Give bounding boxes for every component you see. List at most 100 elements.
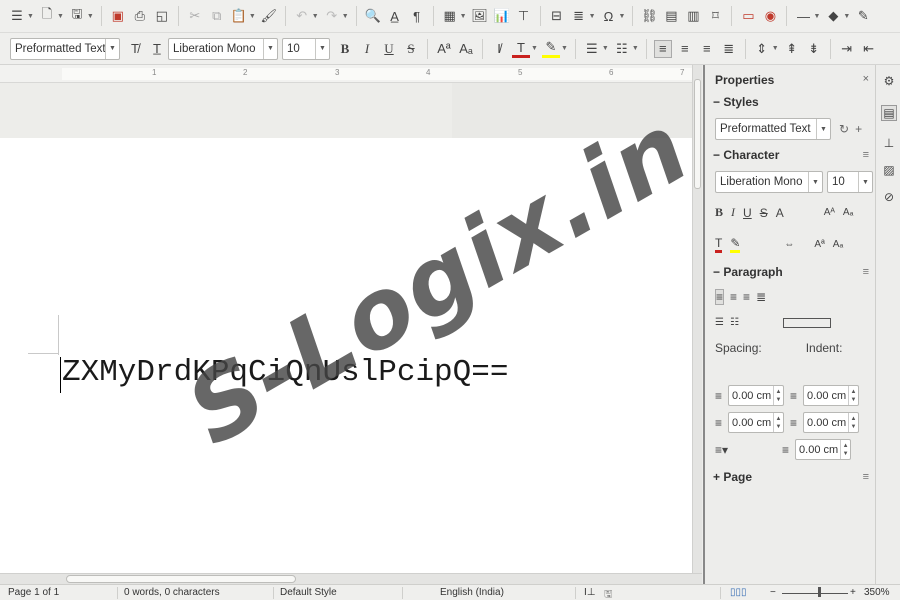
sidebar-character-spacing-icon[interactable]: ⇔ (784, 239, 794, 250)
clone-formatting-icon[interactable]: 🖌 (260, 7, 278, 25)
increase-paragraph-spacing-icon[interactable]: ⇞ (783, 40, 801, 58)
chevron-down-icon[interactable]: ▼ (263, 38, 277, 59)
document-modified-icon[interactable]: 🖫 (604, 587, 613, 600)
dropdown-arrow-icon[interactable]: ▼ (813, 13, 820, 20)
strikethrough-button[interactable]: S (402, 40, 420, 58)
dropdown-arrow-icon[interactable]: ▼ (249, 13, 256, 20)
spin-arrows-icon[interactable]: ▲ ▼ (840, 440, 850, 459)
line-spacing-icon[interactable]: ≡▾ (715, 443, 728, 457)
sidebar-font-color-icon[interactable]: T (715, 236, 723, 253)
sidebar-bold-icon[interactable]: B (715, 205, 723, 220)
zoom-slider-thumb[interactable] (818, 587, 821, 597)
dropdown-arrow-icon[interactable]: ▼ (531, 45, 538, 52)
comment-icon[interactable]: ▭ (739, 7, 757, 25)
chevron-down-icon[interactable]: ▼ (105, 38, 119, 59)
dropdown-arrow-icon[interactable]: ▼ (589, 13, 596, 20)
footnote-icon[interactable]: ▤ (662, 7, 680, 25)
font-size-select[interactable]: 10 ▼ (282, 37, 330, 60)
styles-section-header[interactable]: − Styles (713, 95, 759, 109)
new-style-icon[interactable]: T̲ (148, 40, 166, 58)
sidebar-numbering-icon[interactable]: ☷ (730, 317, 739, 328)
sidebar-justify-icon[interactable]: ≣ (756, 290, 766, 304)
superscript-icon[interactable]: Aª (435, 40, 453, 58)
basic-shapes-icon[interactable]: ◆ (824, 7, 842, 25)
undo-icon[interactable]: ↶ (293, 7, 311, 25)
scrollbar-thumb[interactable] (694, 79, 701, 189)
insert-field-icon[interactable]: ≣ (570, 7, 588, 25)
chevron-down-icon[interactable]: ▼ (315, 38, 329, 59)
chevron-down-icon[interactable]: ▼ (816, 119, 830, 139)
new-document-icon[interactable]: 🗋 (38, 6, 56, 25)
paragraph-style-select[interactable]: Preformatted Text ▼ (10, 37, 120, 60)
underline-button[interactable]: U (380, 40, 398, 58)
redo-icon[interactable]: ↷ (323, 7, 341, 25)
document-text[interactable]: ZXMyDrdKPqCiQnUslPcipQ== (62, 355, 508, 390)
spacing-below-input[interactable]: 0.00 cm ▲ ▼ (728, 412, 785, 433)
dropdown-arrow-icon[interactable]: ▼ (57, 13, 64, 20)
dropdown-arrow-icon[interactable]: ▼ (87, 13, 94, 20)
bookmark-icon[interactable]: ⌑ (706, 7, 724, 25)
sidebar-align-center-icon[interactable]: ≡ (730, 290, 737, 304)
indent-after-input[interactable]: 0.00 cm ▲ ▼ (803, 412, 860, 433)
spin-arrows-icon[interactable]: ▲ ▼ (773, 413, 783, 432)
page-section-header[interactable]: + Page (713, 470, 752, 484)
save-icon[interactable]: 🖫 (68, 6, 86, 25)
endnote-icon[interactable]: ▥ (684, 7, 702, 25)
indent-first-input[interactable]: 0.00 cm ▲ ▼ (795, 439, 852, 460)
sidebar-toggle-icon[interactable]: ☰ (8, 7, 26, 25)
align-right-icon[interactable]: ≡ (698, 40, 716, 58)
update-style-icon[interactable]: T̸ (126, 40, 144, 58)
word-count[interactable]: 0 words, 0 characters (124, 587, 220, 598)
sidebar-subscript-icon[interactable]: Aₐ (833, 239, 843, 250)
zoom-in-icon[interactable]: + (850, 587, 856, 598)
update-style-icon[interactable]: ↻ (839, 122, 849, 136)
font-name-select[interactable]: Liberation Mono ▼ (168, 37, 278, 60)
sidebar-background-color-swatch[interactable] (782, 317, 831, 328)
draw-functions-icon[interactable]: ✎ (854, 7, 872, 25)
sidebar-grow-font-icon[interactable]: Aᴬ (824, 207, 835, 218)
page-count[interactable]: Page 1 of 1 (8, 587, 59, 598)
insert-mode-icon[interactable]: I⊥ (584, 587, 596, 598)
italic-button[interactable]: I (358, 40, 376, 58)
decrease-paragraph-spacing-icon[interactable]: ⇟ (805, 40, 823, 58)
character-section-header[interactable]: − Character (713, 148, 779, 162)
dropdown-arrow-icon[interactable]: ▼ (632, 45, 639, 52)
document-area[interactable]: 1 2 3 4 5 6 7 ZXMyDrdKPqCiQnUslPcipQ== S… (0, 65, 692, 573)
export-pdf-icon[interactable]: ▣ (109, 7, 127, 25)
sidebar-highlight-icon[interactable]: ✎ (730, 236, 741, 253)
indent-before-input[interactable]: 0.00 cm ▲ ▼ (803, 385, 860, 406)
page-break-icon[interactable]: ⊟ (548, 7, 566, 25)
spin-arrows-icon[interactable]: ▲ ▼ (848, 413, 858, 432)
numbered-list-icon[interactable]: ☷ (613, 40, 631, 58)
dropdown-arrow-icon[interactable]: ▼ (561, 45, 568, 52)
track-changes-icon[interactable]: ◉ (761, 7, 779, 25)
dropdown-arrow-icon[interactable]: ▼ (312, 13, 319, 20)
sidebar-align-left-icon[interactable]: ≡ (715, 289, 725, 305)
subscript-icon[interactable]: Aₐ (457, 40, 475, 58)
cut-icon[interactable]: ✂ (186, 7, 204, 25)
font-color-icon[interactable]: T (512, 40, 530, 58)
close-sidebar-button[interactable]: × (863, 73, 869, 85)
sidebar-shrink-font-icon[interactable]: Aₐ (843, 207, 853, 218)
justify-icon[interactable]: ≣ (720, 40, 738, 58)
spacing-above-input[interactable]: 0.00 cm ▲ ▼ (728, 385, 785, 406)
zoom-out-icon[interactable]: − (770, 587, 776, 598)
align-center-icon[interactable]: ≡ (676, 40, 694, 58)
properties-tab-icon[interactable]: ▤ (881, 105, 897, 121)
decrease-indent-icon[interactable]: ⇤ (860, 40, 878, 58)
sidebar-align-right-icon[interactable]: ≡ (743, 290, 750, 304)
bold-button[interactable]: B (336, 40, 354, 58)
gallery-tab-icon[interactable]: ▨ (881, 162, 897, 178)
formatting-marks-icon[interactable]: ¶ (408, 7, 426, 25)
sidebar-strikethrough-icon[interactable]: S (760, 206, 768, 220)
language[interactable]: English (India) (440, 587, 504, 598)
dropdown-arrow-icon[interactable]: ▼ (772, 45, 779, 52)
print-icon[interactable]: ⎙ (131, 7, 149, 25)
clear-formatting-icon[interactable]: I̸ (490, 40, 508, 58)
spelling-icon[interactable]: A̲ (386, 7, 404, 25)
zoom-slider[interactable] (782, 593, 848, 594)
dropdown-arrow-icon[interactable]: ▼ (460, 13, 467, 20)
special-character-icon[interactable]: Ω (600, 7, 618, 25)
paste-icon[interactable]: 📋 (230, 7, 248, 25)
sidebar-style-select[interactable]: Preformatted Text ▼ (715, 118, 831, 140)
